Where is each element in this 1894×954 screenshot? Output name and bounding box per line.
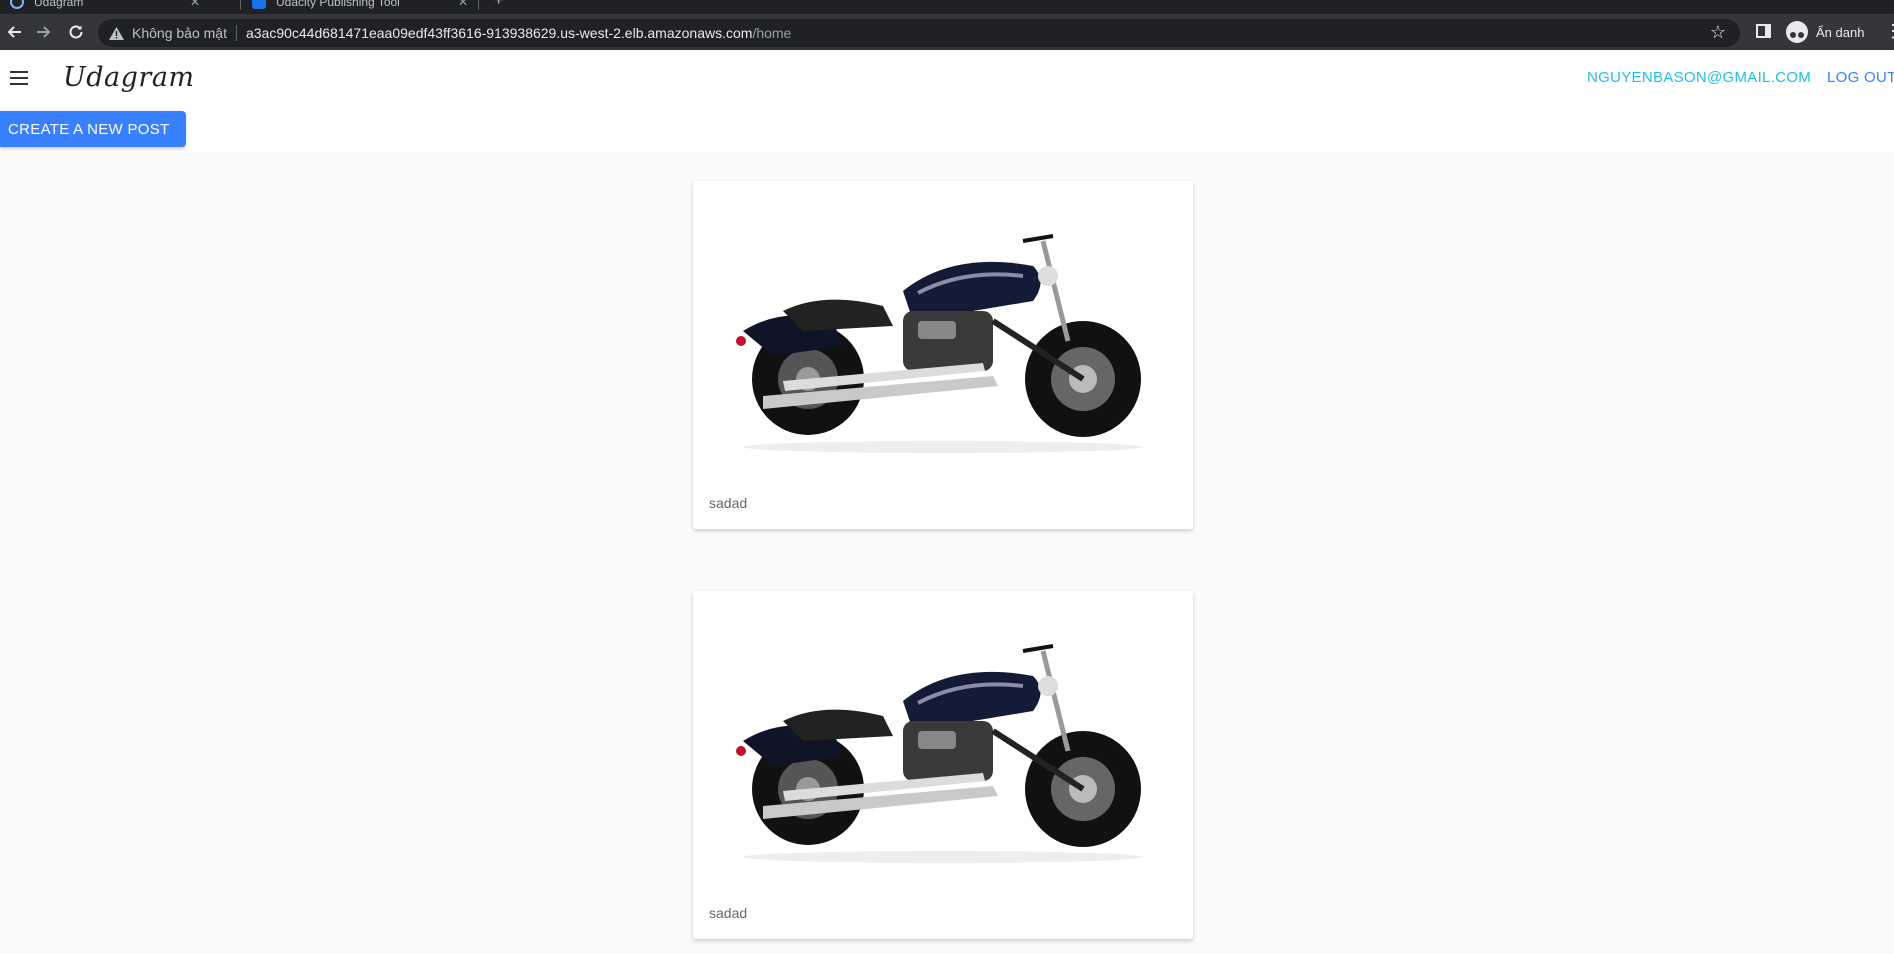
browser-tab-udagram[interactable]: Udagram ✕ xyxy=(10,0,200,14)
app-logo: Udagram xyxy=(63,62,195,93)
close-icon[interactable]: ✕ xyxy=(190,0,200,9)
reload-icon[interactable] xyxy=(62,14,90,50)
browser-tab-strip: Udagram ✕ Udacity Publishing Tool ✕ + xyxy=(0,0,1894,14)
app-header: Udagram NGUYENBASON@GMAIL.COM LOG OUT xyxy=(0,50,1894,108)
post-card[interactable]: sadad xyxy=(693,591,1193,939)
browser-menu-icon[interactable]: ⋮ xyxy=(1884,22,1894,40)
new-tab-button[interactable]: + xyxy=(494,0,503,10)
motorcycle-image xyxy=(736,234,1143,453)
logout-link[interactable]: LOG OUT xyxy=(1827,69,1894,86)
address-bar[interactable]: Không bảo mật a3ac90c44d681471eaa09edf43… xyxy=(98,19,1740,47)
tab-title: Udagram xyxy=(34,0,84,9)
post-feed: sadad sadad xyxy=(0,152,1894,954)
post-caption: sadad xyxy=(709,905,748,921)
post-card[interactable]: sadad xyxy=(693,181,1193,529)
tab-title: Udacity Publishing Tool xyxy=(276,0,400,9)
bookmark-star-icon[interactable]: ☆ xyxy=(1710,22,1726,43)
incognito-label: Ẩn danh xyxy=(1816,24,1865,40)
action-bar: CREATE A NEW POST xyxy=(0,108,1894,152)
close-icon[interactable]: ✕ xyxy=(458,0,468,9)
omnibox-divider xyxy=(235,25,237,41)
incognito-icon xyxy=(1786,21,1808,43)
warning-icon[interactable] xyxy=(108,26,124,40)
back-arrow-icon[interactable] xyxy=(0,14,28,50)
incognito-indicator[interactable]: Ẩn danh xyxy=(1786,21,1864,43)
menu-icon[interactable] xyxy=(10,71,28,85)
user-email-link[interactable]: NGUYENBASON@GMAIL.COM xyxy=(1587,69,1811,86)
url-path: /home xyxy=(752,25,792,41)
side-panel-icon[interactable] xyxy=(1756,24,1771,38)
post-caption: sadad xyxy=(709,495,748,511)
browser-toolbar: Không bảo mật a3ac90c44d681471eaa09edf43… xyxy=(0,14,1894,50)
globe-icon xyxy=(10,0,24,9)
create-post-button[interactable]: CREATE A NEW POST xyxy=(0,111,186,147)
site-favicon-icon xyxy=(252,0,266,9)
security-label[interactable]: Không bảo mật xyxy=(132,25,227,41)
forward-arrow-icon[interactable] xyxy=(30,14,58,50)
browser-tab-publishing[interactable]: Udacity Publishing Tool ✕ xyxy=(252,0,468,14)
url-host: a3ac90c44d681471eaa09edf43ff3616-9139386… xyxy=(245,25,753,41)
motorcycle-image xyxy=(736,644,1143,863)
